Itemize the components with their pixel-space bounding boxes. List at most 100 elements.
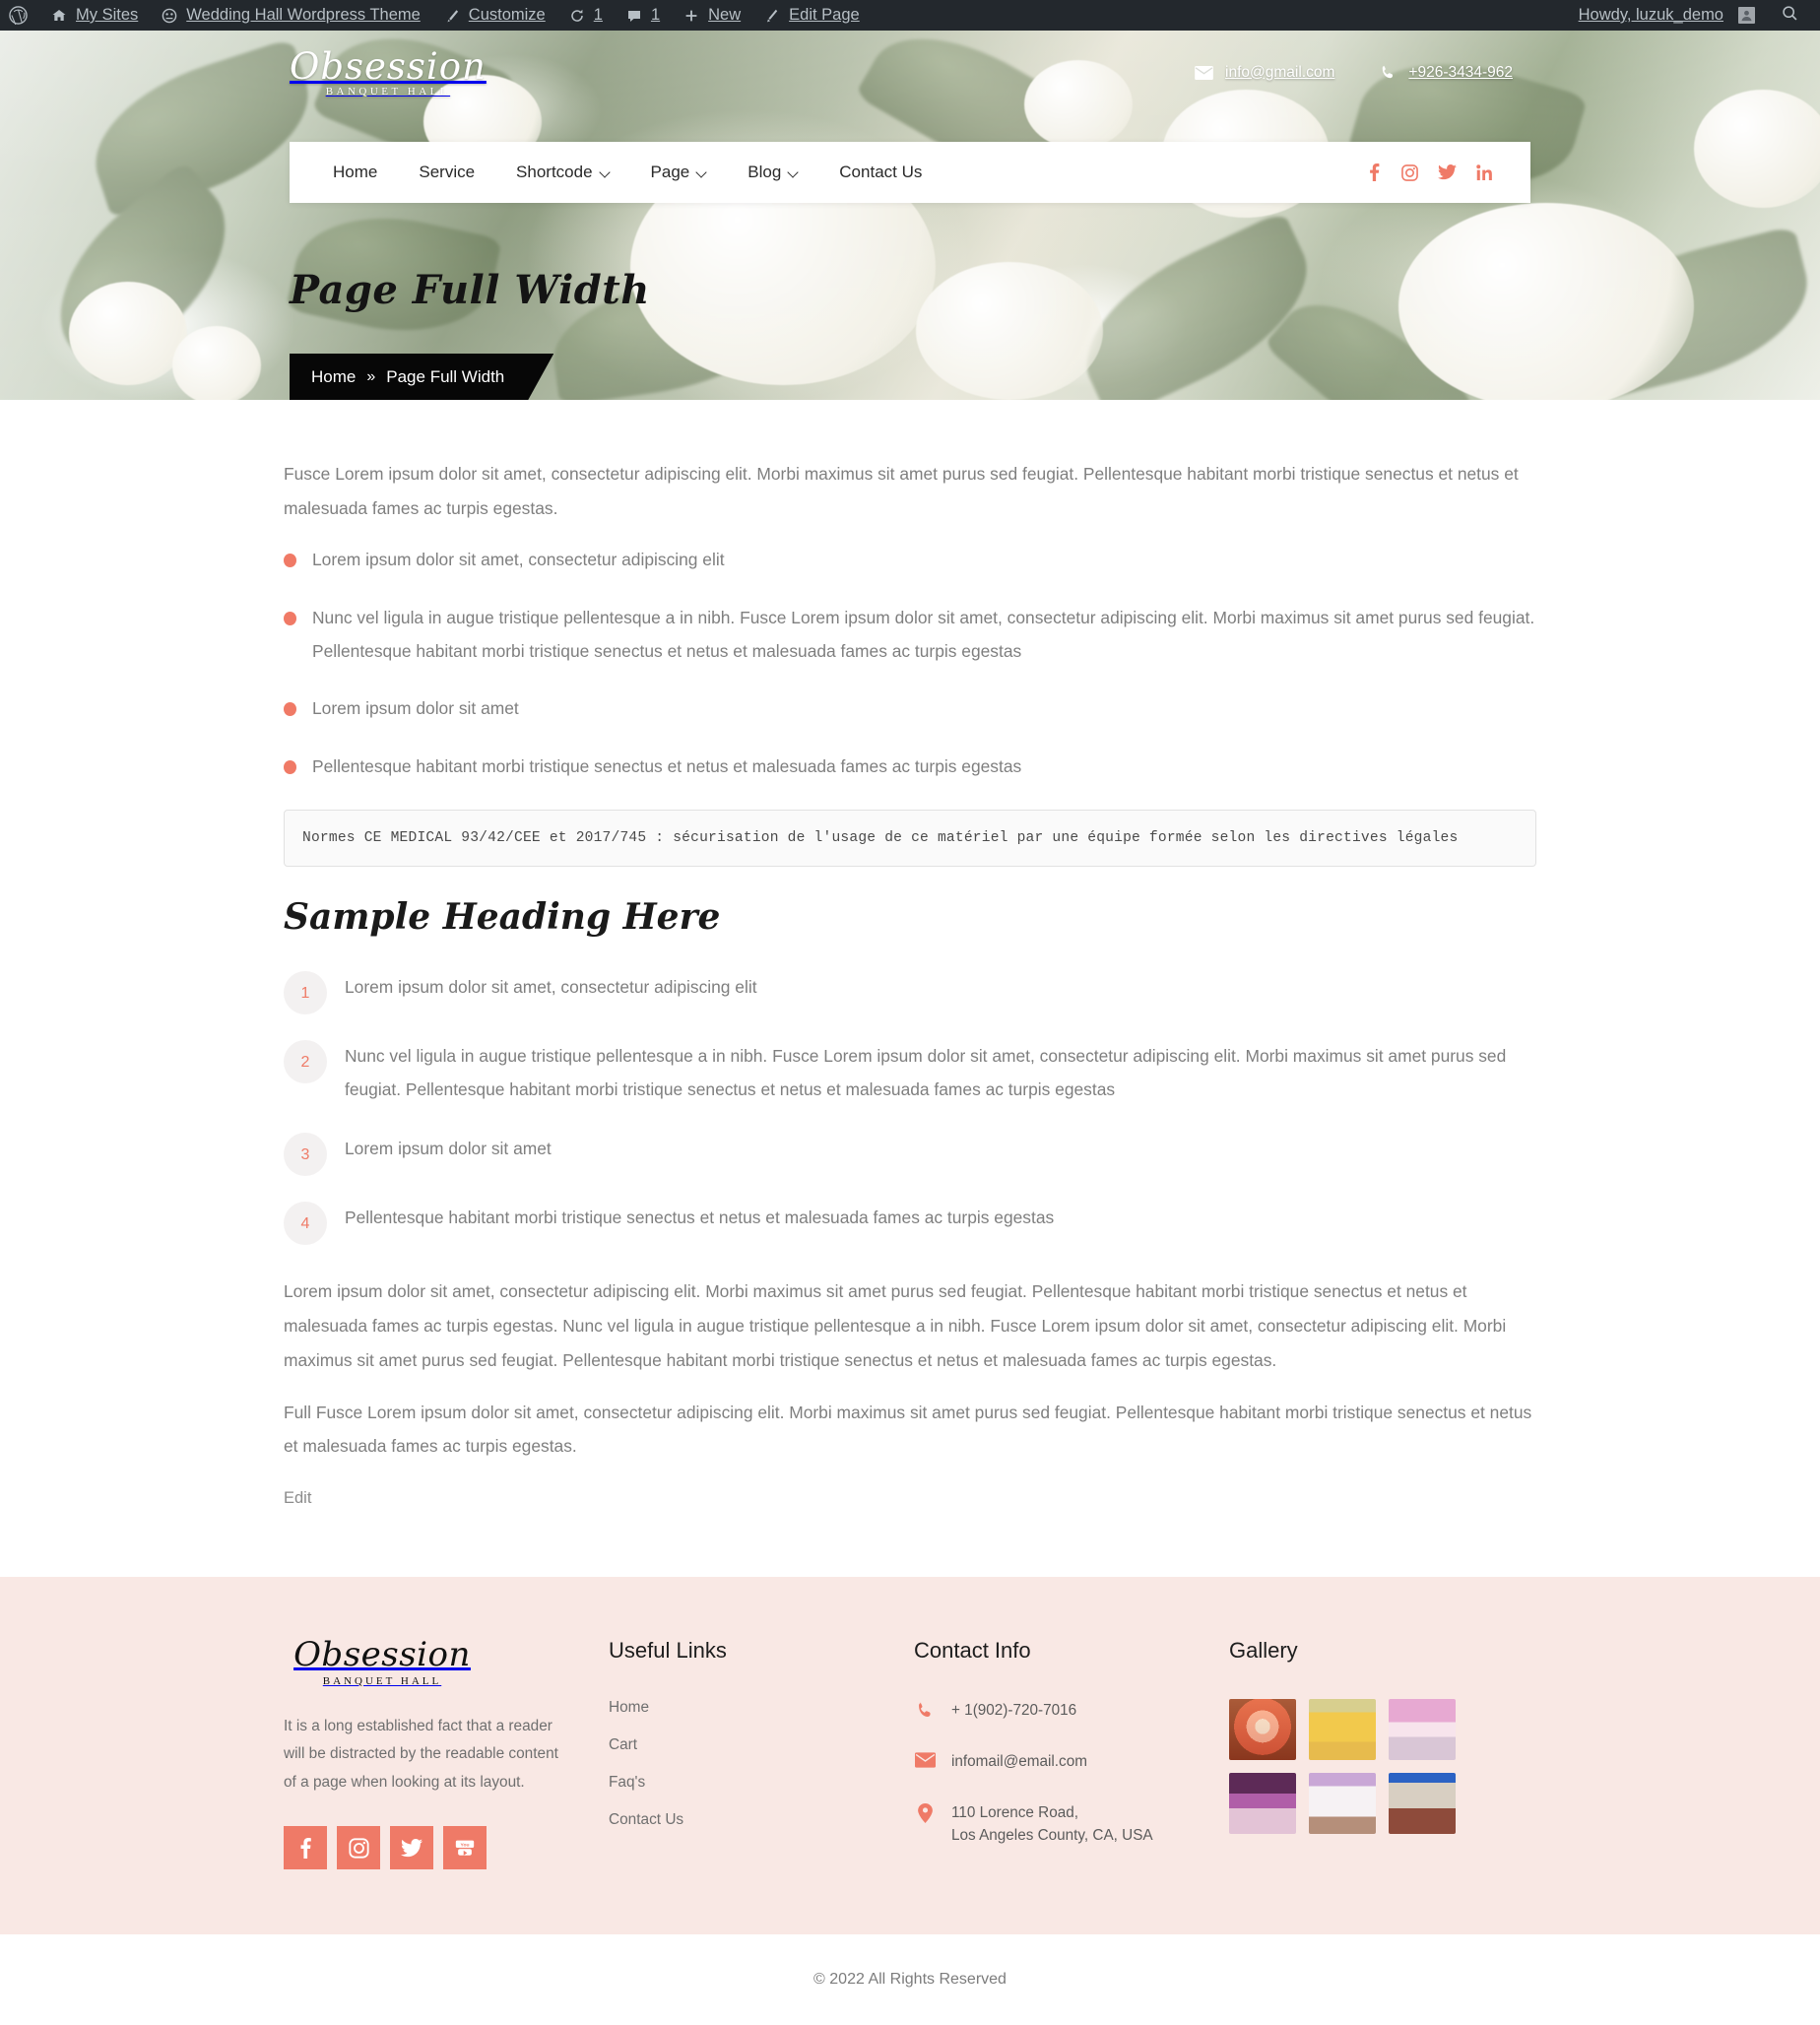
admin-bar-item-updates[interactable]: 1 (556, 0, 614, 31)
nav-item-blog[interactable]: Blog (727, 163, 818, 182)
gallery-thumb-1[interactable] (1229, 1699, 1296, 1761)
admin-bar-label-updates-count: 1 (593, 6, 603, 24)
instagram-icon[interactable] (1401, 163, 1418, 181)
body-paragraph-2: Full Fusce Lorem ipsum dolor sit amet, c… (284, 1402, 1532, 1457)
site-logo-tagline: Banquet Hall (325, 85, 451, 98)
site-footer: Obsession Banquet Hall It is a long esta… (0, 1577, 1820, 1935)
gallery-thumb-5[interactable] (1309, 1773, 1376, 1835)
nav-link-page[interactable]: Page (630, 163, 728, 182)
footer-link-cart[interactable]: Cart (609, 1736, 637, 1753)
admin-bar-label-comments-count: 1 (650, 6, 661, 24)
footer-contact-email: infomail@email.com (914, 1750, 1229, 1774)
topbar-contacts: info@gmail.com +926-3434-962 (1195, 64, 1530, 82)
topbar-email[interactable]: info@gmail.com (1195, 64, 1334, 82)
list-item-text: Nunc vel ligula in augue tristique pelle… (345, 1046, 1507, 1100)
footer-link-home[interactable]: Home (609, 1699, 649, 1716)
nav-item-shortcode[interactable]: Shortcode (495, 163, 630, 182)
gallery-thumb-6[interactable] (1389, 1773, 1456, 1835)
list-item-number: 4 (284, 1202, 327, 1246)
footer-contact-list: + 1(902)-720-7016 infomail@email.com 110… (914, 1699, 1229, 1848)
footer-contact-phone: + 1(902)-720-7016 (914, 1699, 1229, 1723)
admin-bar-my-account[interactable]: Howdy, luzuk_demo (1571, 0, 1766, 31)
facebook-icon[interactable] (284, 1826, 327, 1870)
gallery-thumb-3[interactable] (1389, 1699, 1456, 1761)
footer-column-useful-links: Useful Links Home Cart Faq's Contact Us (609, 1638, 914, 1875)
gallery-thumb-4[interactable] (1229, 1773, 1296, 1835)
admin-bar-item-edit-page[interactable]: Edit Page (751, 0, 871, 31)
footer-address-line-1: 110 Lorence Road, (951, 1803, 1078, 1821)
chevron-down-icon (789, 168, 798, 177)
nav-label-home: Home (333, 163, 378, 181)
page-title: Page Full Width (290, 267, 650, 313)
breadcrumb-current: Page Full Width (386, 366, 505, 386)
primary-nav: Home Service Shortcode Page Blog Contact… (290, 142, 1530, 203)
admin-bar-right-group: Howdy, luzuk_demo (1571, 0, 1820, 31)
wordpress-icon (8, 6, 28, 26)
footer-phone-text: + 1(902)-720-7016 (951, 1702, 1077, 1720)
footer-logo-name: Obsession (293, 1635, 471, 1675)
nav-item-page[interactable]: Page (630, 163, 728, 182)
breadcrumb: Home » Page Full Width (290, 354, 553, 400)
footer-address-line-2: Los Angeles County, CA, USA (951, 1827, 1153, 1845)
list-item: Lorem ipsum dolor sit amet, consectetur … (284, 544, 1536, 577)
admin-bar-label-edit-page: Edit Page (789, 6, 860, 24)
envelope-icon (1195, 65, 1213, 80)
topbar-email-text: info@gmail.com (1225, 63, 1335, 81)
list-item: Faq's (609, 1774, 914, 1792)
admin-bar-search-button[interactable] (1766, 5, 1810, 27)
wp-admin-bar: My Sites Wedding Hall Wordpress Theme Cu… (0, 0, 1820, 31)
facebook-icon[interactable] (1367, 163, 1382, 181)
page-title-area: Page Full Width (0, 267, 1820, 313)
nav-label-blog: Blog (748, 163, 782, 181)
footer-column-gallery: Gallery (1229, 1638, 1536, 1875)
site-logo[interactable]: Obsession Banquet Hall (290, 48, 487, 98)
admin-bar-item-new[interactable]: New (671, 0, 751, 31)
footer-useful-links-list: Home Cart Faq's Contact Us (609, 1699, 914, 1829)
twitter-icon[interactable] (390, 1826, 433, 1870)
nav-item-service[interactable]: Service (398, 163, 495, 182)
gallery-thumb-2[interactable] (1309, 1699, 1376, 1761)
hero-banner: Obsession Banquet Hall info@gmail.com +9… (0, 31, 1820, 400)
nav-link-contact-us[interactable]: Contact Us (818, 163, 942, 182)
nav-item-home[interactable]: Home (315, 163, 398, 182)
site-topbar: Obsession Banquet Hall info@gmail.com +9… (0, 31, 1820, 114)
admin-bar-label-my-sites: My Sites (76, 6, 139, 24)
breadcrumb-link-home[interactable]: Home (311, 367, 356, 387)
nav-item-contact-us[interactable]: Contact Us (818, 163, 942, 182)
footer-column-contact-info: Contact Info + 1(902)-720-7016 infomail@… (914, 1638, 1229, 1875)
admin-bar-item-customize[interactable]: Customize (431, 0, 556, 31)
comments-icon (624, 6, 644, 26)
bullet-list: Lorem ipsum dolor sit amet, consectetur … (284, 544, 1536, 785)
numbered-list: 1 Lorem ipsum dolor sit amet, consectetu… (284, 971, 1536, 1246)
admin-bar-item-comments[interactable]: 1 (614, 0, 671, 31)
twitter-icon[interactable] (1438, 164, 1457, 180)
header-social-links (1367, 163, 1505, 181)
svg-text:You: You (461, 1843, 470, 1849)
page-content: Fusce Lorem ipsum dolor sit amet, consec… (284, 400, 1536, 1577)
topbar-phone[interactable]: +926-3434-962 (1380, 64, 1513, 82)
section-heading: Sample Heading Here (284, 896, 721, 939)
primary-navigation-bar: Home Service Shortcode Page Blog Contact… (0, 142, 1820, 203)
admin-bar-item-my-sites[interactable]: My Sites (38, 0, 149, 31)
list-item: Home (609, 1699, 914, 1717)
nav-link-home[interactable]: Home (315, 163, 398, 182)
list-item: 3 Lorem ipsum dolor sit amet (284, 1133, 1536, 1177)
edit-page-link[interactable]: Edit (284, 1489, 311, 1508)
admin-bar-label-new: New (708, 6, 742, 24)
breadcrumb-separator-icon: » (366, 367, 376, 385)
nav-link-blog[interactable]: Blog (727, 163, 818, 182)
nav-link-service[interactable]: Service (398, 163, 495, 182)
list-item-text: Pellentesque habitant morbi tristique se… (345, 1208, 1055, 1228)
nav-link-shortcode[interactable]: Shortcode (495, 163, 630, 182)
footer-link-contact-us[interactable]: Contact Us (609, 1811, 683, 1828)
plus-icon (682, 6, 701, 26)
footer-logo[interactable]: Obsession Banquet Hall (284, 1638, 481, 1687)
copyright-bar: © 2022 All Rights Reserved (0, 1934, 1820, 2025)
admin-bar-item-site-name[interactable]: Wedding Hall Wordpress Theme (149, 0, 431, 31)
wordpress-logo-menu[interactable] (0, 0, 38, 31)
instagram-icon[interactable] (337, 1826, 380, 1870)
linkedin-icon[interactable] (1476, 163, 1493, 181)
footer-address-text: 110 Lorence Road, Los Angeles County, CA… (951, 1801, 1153, 1848)
footer-link-faqs[interactable]: Faq's (609, 1774, 645, 1791)
youtube-icon[interactable]: You (443, 1826, 487, 1870)
